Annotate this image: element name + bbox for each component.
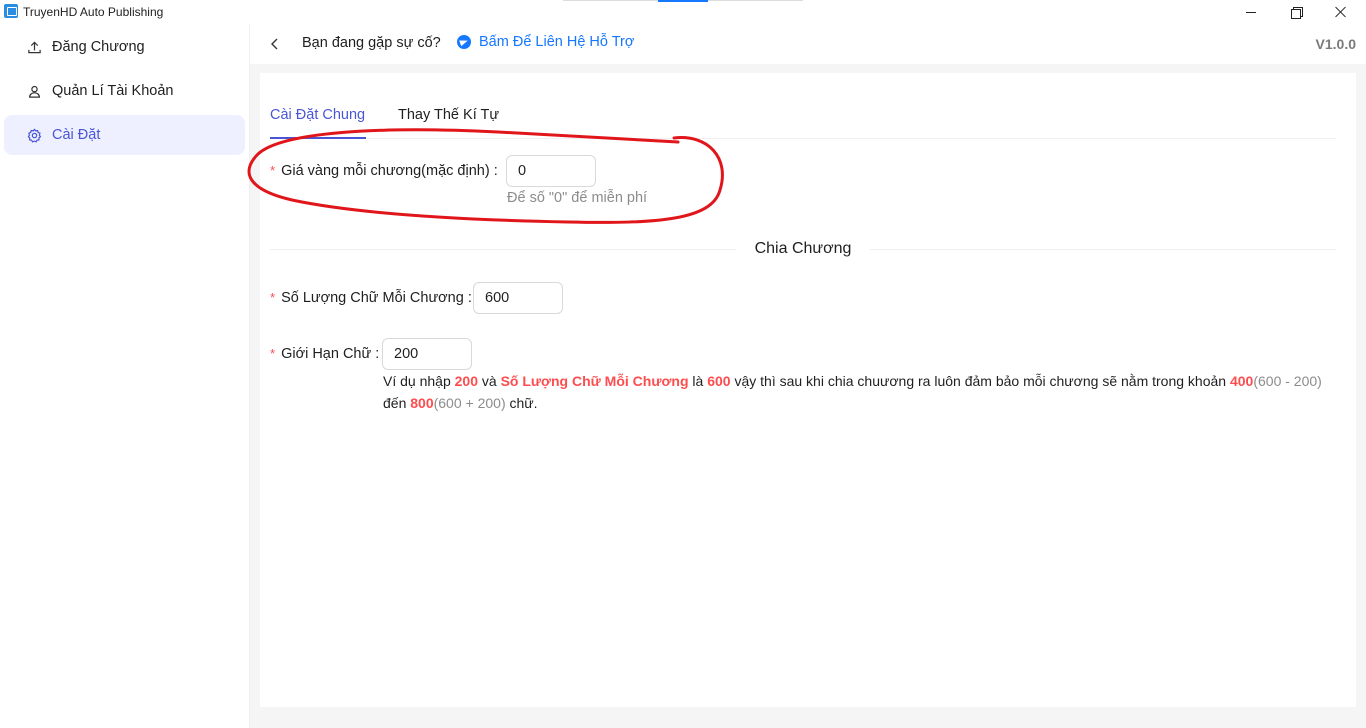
explain-text: vậy thì sau khi chia chuương ra luôn đảm… bbox=[730, 373, 1230, 389]
explain-text: là bbox=[688, 373, 708, 389]
limit-label: * Giới Hạn Chữ : bbox=[270, 346, 379, 362]
divider-line-right bbox=[870, 249, 1336, 250]
limit-input[interactable] bbox=[382, 338, 472, 370]
words-label-text: Số Lượng Chữ Mỗi Chương bbox=[281, 290, 464, 306]
label-colon: : bbox=[489, 163, 498, 179]
sidebar-item-quan-li-tai-khoan[interactable]: Quản Lí Tài Khoản bbox=[4, 71, 245, 111]
minimize-icon bbox=[1246, 11, 1256, 13]
explain-value: 800 bbox=[410, 395, 434, 411]
label-colon: : bbox=[371, 346, 380, 362]
back-button[interactable] bbox=[268, 36, 282, 52]
user-icon bbox=[26, 83, 42, 99]
price-hint: Để số "0" để miễn phí bbox=[507, 190, 648, 206]
tab-cai-dat-chung[interactable]: Cài Đặt Chung bbox=[270, 107, 365, 123]
app-icon bbox=[4, 4, 18, 18]
minimize-button[interactable] bbox=[1228, 0, 1274, 24]
upload-icon bbox=[26, 39, 42, 55]
explain-value: 600 bbox=[707, 373, 731, 389]
divider-line-left bbox=[270, 249, 736, 250]
explain-text: và bbox=[477, 373, 501, 389]
price-input[interactable] bbox=[506, 155, 596, 187]
telegram-icon bbox=[457, 35, 471, 49]
words-input[interactable] bbox=[473, 282, 563, 314]
sidebar-item-label: Đăng Chương bbox=[52, 39, 145, 55]
chevron-left-icon bbox=[271, 38, 278, 50]
limit-explanation: Ví dụ nhập 200 và Số Lượng Chữ Mỗi Chươn… bbox=[383, 370, 1333, 414]
sidebar-item-cai-dat[interactable]: Cài Đặt bbox=[4, 115, 245, 155]
required-mark: * bbox=[270, 346, 276, 361]
settings-tabs: Cài Đặt Chung Thay Thế Kí Tự bbox=[270, 100, 1336, 139]
window-title: TruyenHD Auto Publishing bbox=[23, 5, 164, 19]
tab-active-indicator bbox=[270, 137, 366, 139]
sidebar-item-label: Quản Lí Tài Khoản bbox=[52, 83, 174, 99]
explain-value: 200 bbox=[454, 373, 478, 389]
gear-icon bbox=[26, 127, 42, 143]
explain-value: Số Lượng Chữ Mỗi Chương bbox=[500, 373, 689, 389]
sidebar-item-dang-chuong[interactable]: Đăng Chương bbox=[4, 27, 245, 67]
close-button[interactable] bbox=[1318, 0, 1364, 24]
close-icon bbox=[1335, 6, 1347, 18]
words-label: * Số Lượng Chữ Mỗi Chương : bbox=[270, 290, 472, 306]
price-label-text: Giá vàng mỗi chương(mặc định) bbox=[281, 163, 490, 179]
explain-text: Ví dụ nhập bbox=[383, 373, 455, 389]
issue-text: Bạn đang gặp sự cố? bbox=[302, 35, 441, 51]
tab-thay-the-ki-tu[interactable]: Thay Thế Kí Tự bbox=[398, 107, 499, 123]
section-title-chia-chuong: Chia Chương bbox=[754, 240, 852, 257]
label-colon: : bbox=[463, 290, 472, 306]
required-mark: * bbox=[270, 290, 276, 305]
version-label: V1.0.0 bbox=[1315, 36, 1356, 52]
explain-formula: (600 - 200) bbox=[1253, 373, 1322, 389]
sidebar: Đăng Chương Quản Lí Tài Khoản Cài Đặt bbox=[0, 24, 250, 728]
header: Bạn đang gặp sự cố? Bấm Để Liên Hệ Hỗ Tr… bbox=[250, 24, 1366, 64]
price-label: * Giá vàng mỗi chương(mặc định) : bbox=[270, 163, 498, 179]
top-strip-indicator bbox=[658, 0, 708, 2]
sidebar-item-label: Cài Đặt bbox=[52, 127, 101, 143]
support-link-label: Bấm Để Liên Hệ Hỗ Trợ bbox=[479, 34, 635, 50]
restore-button[interactable] bbox=[1273, 0, 1319, 24]
explain-text: đến bbox=[383, 395, 411, 411]
title-bar: TruyenHD Auto Publishing bbox=[0, 0, 1366, 24]
explain-text: chữ. bbox=[505, 395, 538, 411]
explain-formula: (600 + 200) bbox=[433, 395, 506, 411]
restore-icon bbox=[1291, 7, 1303, 19]
explain-value: 400 bbox=[1229, 373, 1254, 389]
required-mark: * bbox=[270, 163, 276, 178]
support-link[interactable]: Bấm Để Liên Hệ Hỗ Trợ bbox=[457, 34, 634, 50]
limit-label-text: Giới Hạn Chữ bbox=[281, 346, 372, 362]
